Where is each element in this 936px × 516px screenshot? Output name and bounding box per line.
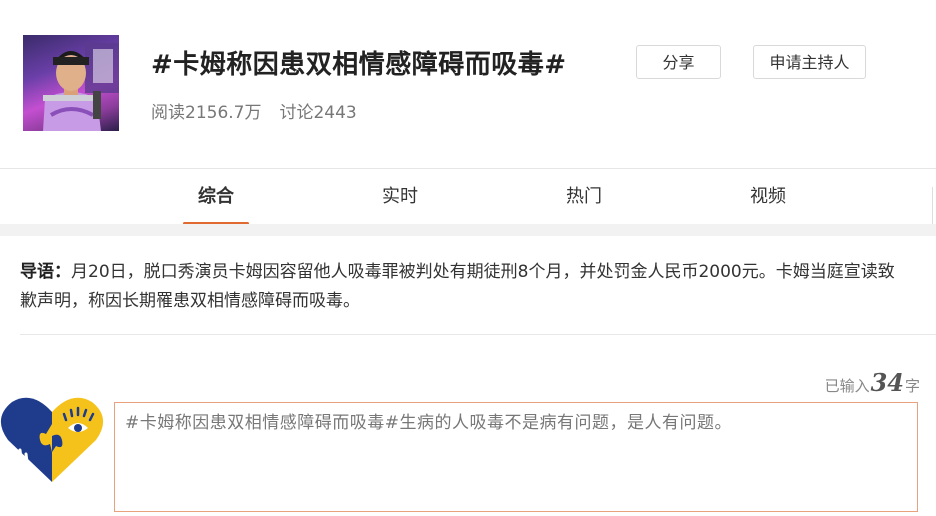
guide-label: 导语： bbox=[20, 262, 71, 282]
counter-suffix: 字 bbox=[904, 377, 920, 395]
counter-prefix: 已输入 bbox=[824, 377, 870, 395]
tab-hot[interactable]: 热门 bbox=[554, 169, 614, 225]
divider bbox=[20, 334, 936, 335]
tab-bar: 综合 实时 热门 视频 bbox=[0, 168, 936, 225]
tab-video[interactable]: 视频 bbox=[738, 169, 798, 225]
tab-comprehensive[interactable]: 综合 bbox=[183, 169, 249, 225]
read-count: 阅读2156.7万 bbox=[151, 103, 262, 123]
guide-text: 月20日，脱口秀演员卡姆因容留他人吸毒罪被判处有期徒刑8个月，并处罚金人民币20… bbox=[20, 262, 895, 311]
heart-puzzle-logo bbox=[0, 394, 104, 486]
tab-label: 视频 bbox=[750, 186, 786, 207]
topic-header: #卡姆称因患双相情感障碍而吸毒# 阅读2156.7万 讨论2443 分享 申请主持… bbox=[0, 0, 936, 168]
char-counter: 已输入34字 bbox=[825, 368, 920, 397]
counter-value: 34 bbox=[870, 368, 904, 397]
topic-avatar bbox=[23, 35, 119, 131]
tab-realtime[interactable]: 实时 bbox=[370, 169, 430, 225]
comment-input[interactable]: #卡姆称因患双相情感障碍而吸毒#生病的人吸毒不是病有问题，是人有问题。 bbox=[114, 402, 918, 512]
discussion-count: 讨论2443 bbox=[279, 103, 357, 123]
topic-guide: 导语：月20日，脱口秀演员卡姆因容留他人吸毒罪被判处有期徒刑8个月，并处罚金人民… bbox=[20, 258, 910, 316]
section-separator bbox=[0, 224, 936, 236]
topic-title: #卡姆称因患双相情感障碍而吸毒# bbox=[151, 50, 567, 80]
tab-label: 热门 bbox=[566, 186, 602, 207]
share-button[interactable]: 分享 bbox=[636, 45, 721, 79]
topic-stats: 阅读2156.7万 讨论2443 bbox=[151, 98, 375, 123]
tab-label: 综合 bbox=[198, 186, 234, 207]
person-image bbox=[43, 43, 119, 131]
tab-overflow-edge bbox=[932, 187, 936, 225]
tab-label: 实时 bbox=[382, 186, 418, 207]
apply-host-button[interactable]: 申请主持人 bbox=[753, 45, 866, 79]
heart-puzzle-icon bbox=[0, 397, 104, 482]
